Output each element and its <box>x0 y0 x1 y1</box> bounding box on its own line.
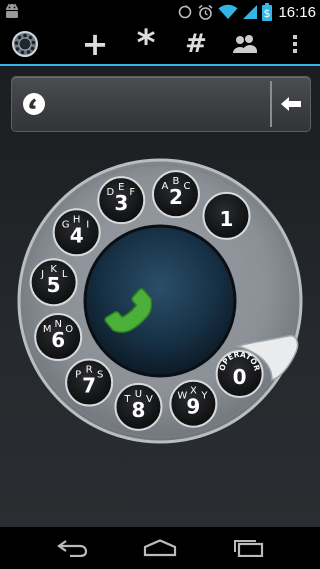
dial-digit: 2 <box>169 185 183 209</box>
android-icon <box>6 3 18 18</box>
rotary-dial[interactable]: 1 2A B C3D E F4G H I5J K L 6M N O7P R S8T U V 9W X Y0OPERAT… <box>0 66 320 527</box>
toolbar: + * # <box>0 23 320 66</box>
dial-digit: 0 <box>233 365 247 389</box>
clock: 16:16 <box>278 3 316 21</box>
hash-key-button[interactable]: # <box>176 24 216 64</box>
dial-digit: 5 <box>47 273 61 297</box>
dial-hole-9[interactable]: 9W X Y <box>169 379 218 428</box>
home-button[interactable] <box>130 527 190 569</box>
dial-digit: 6 <box>51 328 65 352</box>
home-icon <box>143 539 177 557</box>
recent-apps-button[interactable] <box>218 527 278 569</box>
dial-digit: 9 <box>186 395 200 419</box>
dial-hole-2[interactable]: 2A B C <box>151 170 200 219</box>
svg-text:$: $ <box>264 7 271 20</box>
dialer-area: 1 2 A B C 3 D E F 4 G H I 5 J K L 6 M N O 7 P R S 8 T U V 9 W X Y 0 OPERAT… <box>0 66 320 527</box>
back-icon <box>57 540 88 557</box>
dial-hole-6[interactable]: 6M N O <box>34 313 83 362</box>
dial-hole-7[interactable]: 7P R S <box>65 358 114 407</box>
overflow-menu-button[interactable] <box>275 24 315 64</box>
navigation-bar <box>0 527 320 569</box>
battery-icon: $ <box>262 3 273 21</box>
alarm-icon <box>198 4 213 20</box>
back-button[interactable] <box>42 527 102 569</box>
add-button[interactable]: + <box>75 24 115 64</box>
dial-digit: 7 <box>82 374 96 398</box>
plus-icon: + <box>81 25 109 63</box>
contacts-button[interactable] <box>225 24 265 64</box>
sync-icon <box>179 5 192 19</box>
star-key-button[interactable]: * <box>126 23 166 64</box>
rotary-dial-icon[interactable] <box>5 24 45 64</box>
dial-hole-8[interactable]: 8T U V <box>114 382 163 431</box>
contacts-icon <box>233 35 257 53</box>
dial-digit: 4 <box>70 223 84 247</box>
dial-hole-3[interactable]: 3D E F <box>97 176 146 225</box>
dial-hole-0[interactable]: 0OPERATOR <box>215 350 264 398</box>
dial-hole-1[interactable]: 1 <box>202 191 251 240</box>
dial-hole-5[interactable]: 5J K L <box>29 258 78 307</box>
recent-apps-icon <box>234 540 264 557</box>
asterisk-icon: * <box>136 23 156 64</box>
signal-icon <box>243 5 258 19</box>
dial-hole-4[interactable]: 4G H I <box>52 208 101 257</box>
overflow-menu-icon <box>293 35 297 53</box>
wifi-icon <box>218 4 238 19</box>
call-button[interactable] <box>100 241 220 361</box>
dial-digit: 3 <box>114 191 128 215</box>
dial-digit: 1 <box>220 207 234 231</box>
hash-icon: # <box>185 29 207 59</box>
status-bar: $ 16:16 <box>0 0 320 24</box>
dial-digit: 8 <box>132 398 146 422</box>
